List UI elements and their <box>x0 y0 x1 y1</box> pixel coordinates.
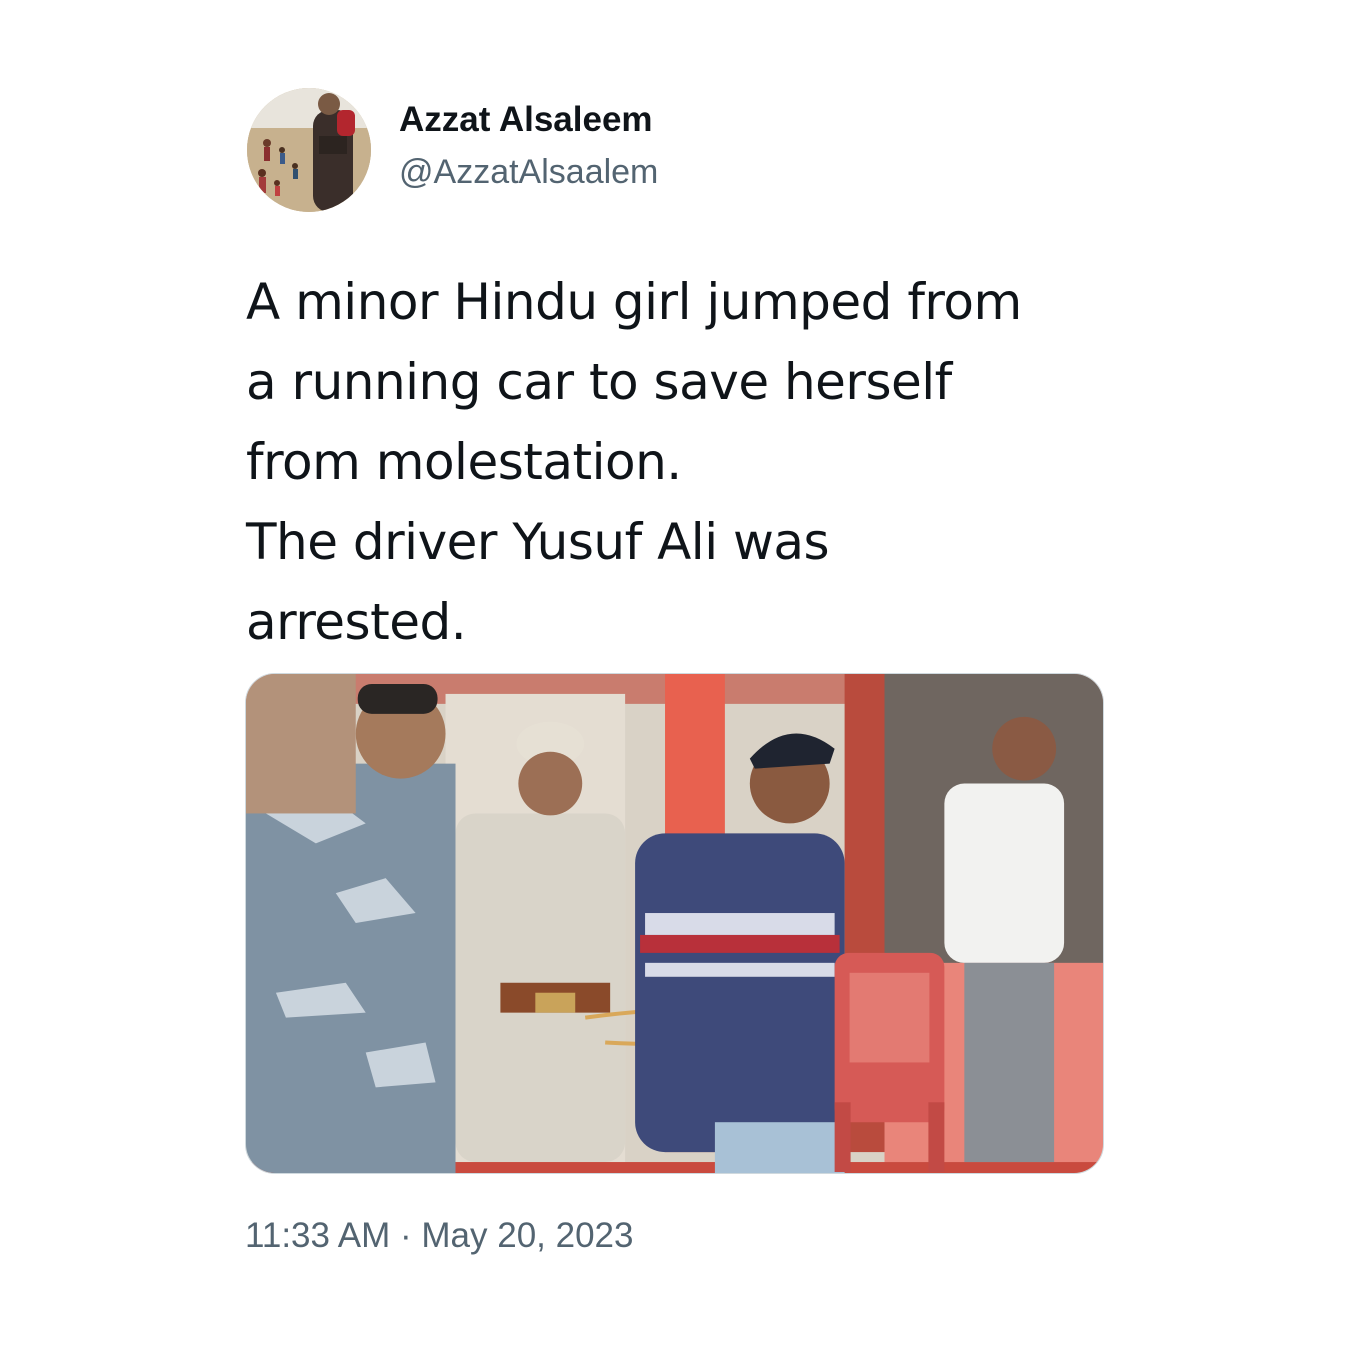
tweet-text-line: A minor Hindu girl jumped from <box>246 273 1022 331</box>
tweet-timestamp[interactable]: 11:33 AM · May 20, 2023 <box>245 1216 633 1256</box>
tweet-text-line: arrested. <box>246 593 467 651</box>
avatar-image <box>247 88 371 212</box>
avatar[interactable] <box>247 88 371 212</box>
user-handle[interactable]: @AzzatAlsaalem <box>399 153 658 192</box>
tweet-card: Azzat Alsaleem @AzzatAlsaalem A minor Hi… <box>0 0 1350 1350</box>
media-photo <box>246 674 1103 1173</box>
tweet-text-line: from molestation. <box>246 433 682 491</box>
tweet-text: A minor Hindu girl jumped from a running… <box>246 262 1126 662</box>
tweet-text-line: a running car to save herself <box>246 353 952 411</box>
tweet-media-image[interactable] <box>245 673 1104 1174</box>
tweet-text-line: The driver Yusuf Ali was <box>246 513 830 571</box>
display-name[interactable]: Azzat Alsaleem <box>399 100 653 140</box>
